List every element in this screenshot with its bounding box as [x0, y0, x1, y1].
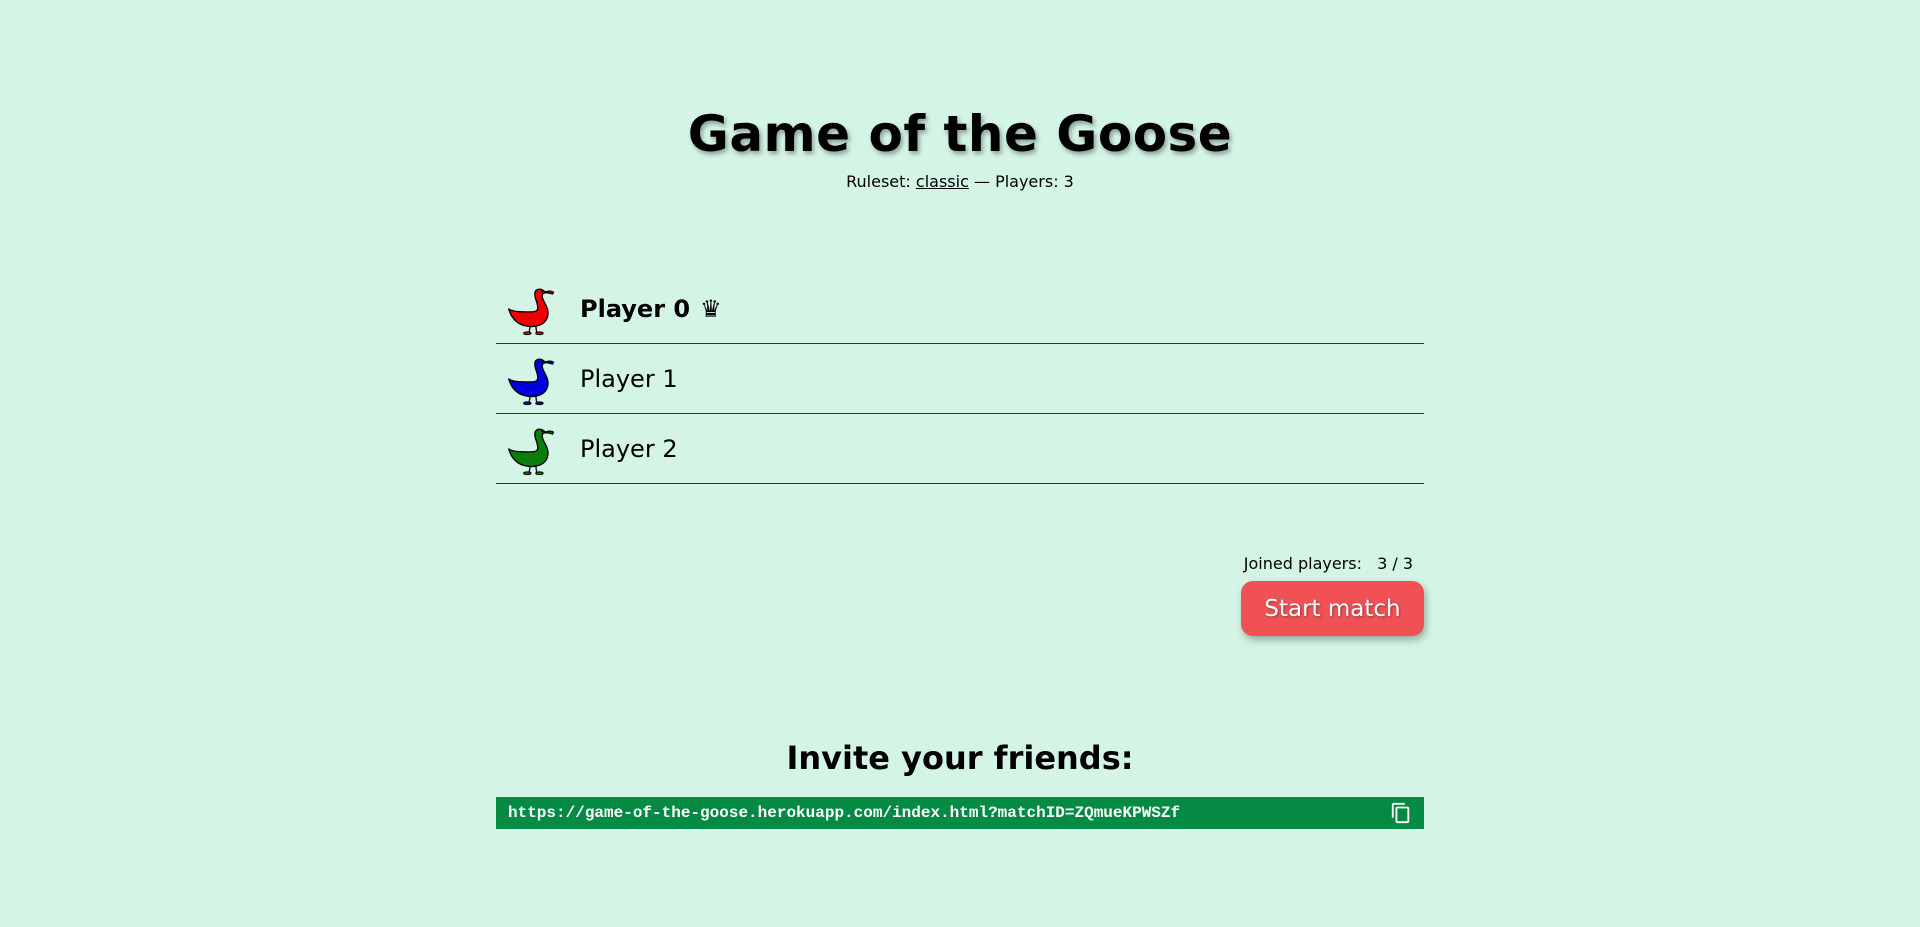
joined-count: 3 / 3 [1377, 554, 1413, 573]
goose-body [508, 288, 555, 327]
player-row-0: Player 0 ♛ [496, 274, 1424, 344]
player-name: Player 1 [580, 364, 678, 393]
goose-body [508, 358, 555, 397]
invite-url[interactable]: https://game-of-the-goose.herokuapp.com/… [508, 804, 1390, 822]
player-list: Player 0 ♛ Player 1 Player 2 [496, 274, 1424, 484]
game-info: Ruleset: classic — Players: 3 [0, 171, 1920, 193]
start-match-button[interactable]: Start match [1241, 581, 1424, 636]
ruleset-link[interactable]: classic [916, 172, 969, 191]
joined-label: Joined players: [1243, 554, 1362, 573]
page-title: Game of the Goose [687, 105, 1233, 163]
separator: — [973, 172, 990, 191]
invite-link-box[interactable]: https://game-of-the-goose.herokuapp.com/… [496, 797, 1424, 829]
copy-icon[interactable] [1390, 802, 1412, 824]
crown-icon: ♛ [700, 294, 722, 323]
ruleset-label: Ruleset: [846, 172, 911, 191]
goose-icon [508, 428, 555, 475]
players-count: Players: 3 [995, 172, 1074, 191]
goose-icon [508, 358, 555, 405]
joined-players: Joined players: 3 / 3 [1244, 553, 1413, 575]
player-name: Player 2 [580, 434, 678, 463]
player-row-1: Player 1 [496, 344, 1424, 414]
invite-heading: Invite your friends: [786, 739, 1134, 777]
player-name: Player 0 [580, 294, 691, 323]
player-row-2: Player 2 [496, 414, 1424, 484]
goose-body [508, 428, 555, 467]
goose-icon [508, 288, 555, 335]
